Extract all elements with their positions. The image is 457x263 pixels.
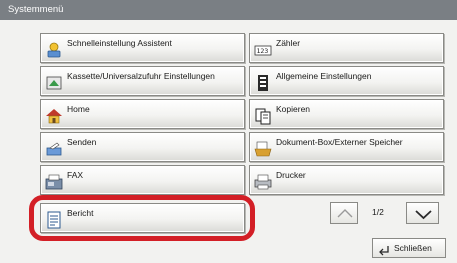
menu-item-label: Home bbox=[67, 104, 90, 114]
menu-item-report[interactable]: Bericht bbox=[40, 203, 245, 233]
return-arrow-icon bbox=[378, 243, 390, 256]
page-down-button[interactable] bbox=[406, 202, 439, 224]
menu-item-counter[interactable]: 123 Zähler bbox=[249, 33, 444, 63]
menu-item-printer[interactable]: Drucker bbox=[249, 165, 444, 195]
menu-item-label: Kassette/Universalzufuhr Einstellungen bbox=[67, 71, 215, 81]
menu-item-quick-setup-wizard[interactable]: Schnelleinstellung Assistent bbox=[40, 33, 245, 63]
menu-item-label: Bericht bbox=[67, 208, 94, 218]
menu-item-label: Kopieren bbox=[276, 104, 311, 114]
menu-item-label: Dokument-Box/Externer Speicher bbox=[276, 137, 403, 147]
menu-item-copy[interactable]: Kopieren bbox=[249, 99, 444, 129]
menu-item-label: Zähler bbox=[276, 38, 301, 48]
menu-item-send[interactable]: Senden bbox=[40, 132, 245, 162]
send-icon bbox=[45, 140, 63, 158]
quick-setup-wizard-icon bbox=[45, 41, 63, 59]
svg-text:123: 123 bbox=[257, 47, 269, 55]
report-icon bbox=[45, 211, 63, 229]
menu-item-fax[interactable]: FAX bbox=[40, 165, 245, 195]
window-title: Systemmenü bbox=[0, 0, 457, 20]
menu-item-label: Allgemeine Einstellungen bbox=[276, 71, 372, 81]
close-button[interactable]: Schließen bbox=[372, 238, 446, 258]
chevron-down-icon bbox=[415, 210, 432, 220]
chevron-up-icon bbox=[337, 209, 353, 218]
menu-item-label: Drucker bbox=[276, 170, 306, 180]
printer-icon bbox=[254, 173, 272, 191]
menu-item-cassette-settings[interactable]: Kassette/Universalzufuhr Einstellungen bbox=[40, 66, 245, 96]
close-label: Schließen bbox=[394, 243, 432, 253]
cassette-tray-icon bbox=[45, 74, 63, 92]
home-icon bbox=[45, 107, 63, 125]
copy-icon bbox=[254, 107, 272, 125]
page-up-button[interactable] bbox=[330, 202, 358, 224]
menu-item-label: FAX bbox=[67, 170, 84, 180]
counter-icon: 123 bbox=[254, 41, 272, 59]
menu-item-common-settings[interactable]: Allgemeine Einstellungen bbox=[249, 66, 444, 96]
document-box-icon bbox=[254, 140, 272, 158]
common-settings-icon bbox=[254, 74, 272, 92]
page-indicator: 1/2 bbox=[372, 207, 384, 217]
fax-icon bbox=[45, 173, 63, 191]
menu-item-home[interactable]: Home bbox=[40, 99, 245, 129]
menu-item-document-box[interactable]: Dokument-Box/Externer Speicher bbox=[249, 132, 444, 162]
menu-item-label: Schnelleinstellung Assistent bbox=[67, 38, 172, 48]
menu-item-label: Senden bbox=[67, 137, 97, 147]
